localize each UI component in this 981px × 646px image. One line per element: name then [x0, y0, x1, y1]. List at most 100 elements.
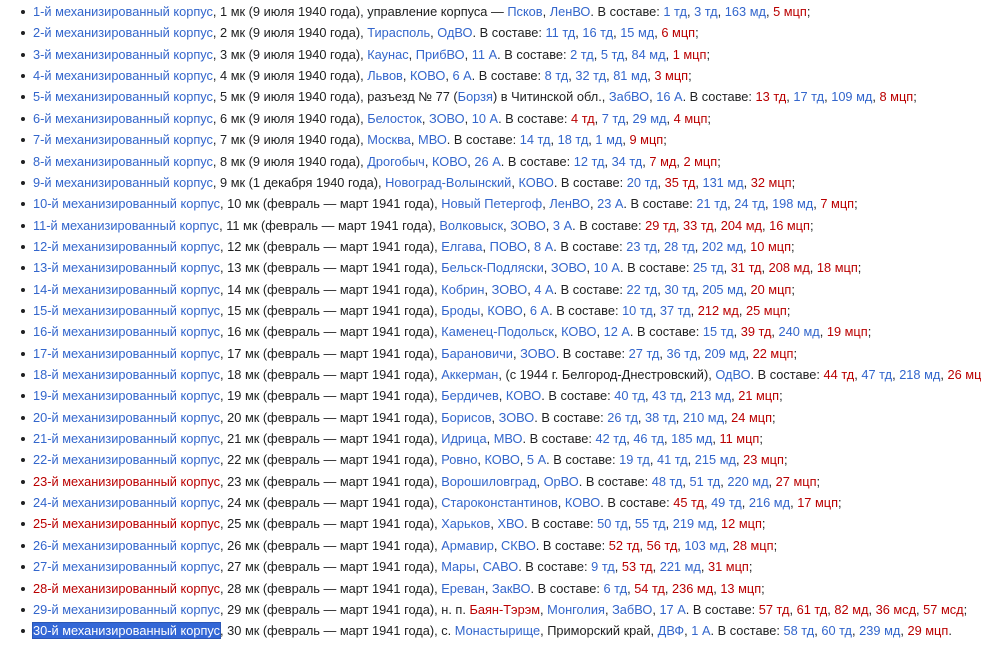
wiki-link[interactable]: КОВО [506, 388, 541, 403]
wiki-link[interactable]: 14 тд [520, 132, 551, 147]
wiki-link[interactable]: 24 тд [734, 196, 765, 211]
red-link[interactable]: 44 тд [824, 367, 855, 382]
red-link[interactable]: 17 мцп [797, 495, 838, 510]
red-link[interactable]: 45 тд [673, 495, 704, 510]
corps-title-link[interactable]: 21-й механизированный корпус [33, 431, 220, 446]
red-link[interactable]: 3 мцп [654, 68, 688, 83]
wiki-link[interactable]: 26 тд [607, 410, 638, 425]
corps-title-link[interactable]: 29-й механизированный корпус [33, 602, 220, 617]
wiki-link[interactable]: 8 А [534, 239, 553, 254]
wiki-link[interactable]: Бердичев [441, 388, 499, 403]
wiki-link[interactable]: ЗОВО [429, 111, 465, 126]
wiki-link[interactable]: 26 А [474, 154, 500, 169]
wiki-link[interactable]: 15 тд [703, 324, 734, 339]
wiki-link[interactable]: 16 А [656, 89, 682, 104]
wiki-link[interactable]: 11 тд [545, 25, 575, 40]
wiki-link[interactable]: Каунас [367, 47, 408, 62]
wiki-link[interactable]: ЛенВО [550, 4, 591, 19]
red-link[interactable]: 19 мцп [827, 324, 868, 339]
wiki-link[interactable]: КОВО [518, 175, 553, 190]
wiki-link[interactable]: Белосток [367, 111, 422, 126]
corps-title-link[interactable]: 13-й механизированный корпус [33, 260, 220, 275]
wiki-link[interactable]: 6 тд [603, 581, 627, 596]
wiki-link[interactable]: Мары [441, 559, 475, 574]
wiki-link[interactable]: 205 мд [702, 282, 743, 297]
wiki-link[interactable]: 30 тд [664, 282, 695, 297]
corps-title-link[interactable]: 17-й механизированный корпус [33, 346, 220, 361]
red-link[interactable]: 4 тд [571, 111, 595, 126]
red-link[interactable]: 13 тд [756, 89, 787, 104]
wiki-link[interactable]: 34 тд [612, 154, 643, 169]
wiki-link[interactable]: 103 мд [684, 538, 725, 553]
corps-title-link[interactable]: 24-й механизированный корпус [33, 495, 220, 510]
wiki-link[interactable]: Псков [507, 4, 542, 19]
wiki-link[interactable]: 51 тд [690, 474, 721, 489]
red-link[interactable]: 29 мцп [907, 623, 948, 638]
corps-title-link[interactable]: 8-й механизированный корпус [33, 154, 213, 169]
wiki-link[interactable]: 1 А [691, 623, 710, 638]
wiki-link[interactable]: СКВО [501, 538, 536, 553]
wiki-link[interactable]: Борзя [458, 89, 493, 104]
wiki-link[interactable]: ПОВО [490, 239, 527, 254]
wiki-link[interactable]: КОВО [561, 324, 596, 339]
wiki-link[interactable]: 109 мд [831, 89, 872, 104]
wiki-link[interactable]: 9 тд [591, 559, 615, 574]
red-link[interactable]: 6 мцп [661, 25, 695, 40]
corps-title-link[interactable]: 9-й механизированный корпус [33, 175, 213, 190]
red-link[interactable]: 18 мцп [817, 260, 858, 275]
wiki-link[interactable]: 17 А [659, 602, 685, 617]
red-link[interactable]: 23 мцп [743, 452, 784, 467]
wiki-link[interactable]: 239 мд [859, 623, 900, 638]
wiki-link[interactable]: 28 тд [664, 239, 695, 254]
wiki-link[interactable]: ОрВО [544, 474, 579, 489]
wiki-link[interactable]: 48 тд [652, 474, 683, 489]
red-link[interactable]: 7 мд [649, 154, 676, 169]
wiki-link[interactable]: ЗОВО [510, 218, 546, 233]
red-link[interactable]: 36 мсд [876, 602, 916, 617]
red-link[interactable]: 32 мцп [751, 175, 792, 190]
wiki-link[interactable]: 37 тд [660, 303, 691, 318]
wiki-link[interactable]: КОВО [410, 68, 445, 83]
wiki-link[interactable]: 163 мд [725, 4, 766, 19]
wiki-link[interactable]: 18 тд [558, 132, 589, 147]
wiki-link[interactable]: 131 мд [702, 175, 743, 190]
red-link[interactable]: Баян-Тэрэм [469, 602, 540, 617]
wiki-link[interactable]: 47 тд [861, 367, 892, 382]
wiki-link[interactable]: 198 мд [772, 196, 813, 211]
corps-title-link[interactable]: 4-й механизированный корпус [33, 68, 213, 83]
red-link[interactable]: 56 тд [647, 538, 678, 553]
red-link[interactable]: 1 мцп [673, 47, 707, 62]
red-link[interactable]: 8 мцп [880, 89, 914, 104]
wiki-link[interactable]: 218 мд [899, 367, 940, 382]
wiki-link[interactable]: Монголия [547, 602, 605, 617]
red-link[interactable]: 12 мцп [721, 516, 762, 531]
wiki-link[interactable]: 55 тд [635, 516, 666, 531]
wiki-link[interactable]: КОВО [565, 495, 600, 510]
wiki-link[interactable]: Идрица [441, 431, 486, 446]
wiki-link[interactable]: ОдВО [715, 367, 750, 382]
wiki-link[interactable]: 3 А [553, 218, 572, 233]
wiki-link[interactable]: Ровно [441, 452, 477, 467]
red-link[interactable]: 10 мцп [750, 239, 791, 254]
wiki-link[interactable]: 4 А [534, 282, 553, 297]
red-link[interactable]: 57 мсд [923, 602, 963, 617]
wiki-link[interactable]: ЗОВО [492, 282, 528, 297]
wiki-link[interactable]: Новый Петергоф [441, 196, 542, 211]
corps-title-link[interactable]: 28-й механизированный корпус [33, 581, 220, 596]
wiki-link[interactable]: 221 мд [660, 559, 701, 574]
wiki-link[interactable]: 5 А [527, 452, 546, 467]
wiki-link[interactable]: 2 тд [570, 47, 594, 62]
wiki-link[interactable]: Львов [367, 68, 403, 83]
red-link[interactable]: 22 мцп [753, 346, 794, 361]
wiki-link[interactable]: 21 тд [696, 196, 727, 211]
wiki-link[interactable]: 1 тд [663, 4, 687, 19]
wiki-link[interactable]: 216 мд [749, 495, 790, 510]
wiki-link[interactable]: Волковыск [439, 218, 503, 233]
wiki-link[interactable]: КОВО [484, 452, 519, 467]
corps-title-link[interactable]: 23-й механизированный корпус [33, 474, 220, 489]
corps-title-link[interactable]: 1-й механизированный корпус [33, 4, 213, 19]
red-link[interactable]: 31 тд [731, 260, 762, 275]
red-link[interactable]: 7 мцп [820, 196, 854, 211]
red-link[interactable]: 4 мцп [674, 111, 708, 126]
red-link[interactable]: 26 мцп [947, 367, 981, 382]
